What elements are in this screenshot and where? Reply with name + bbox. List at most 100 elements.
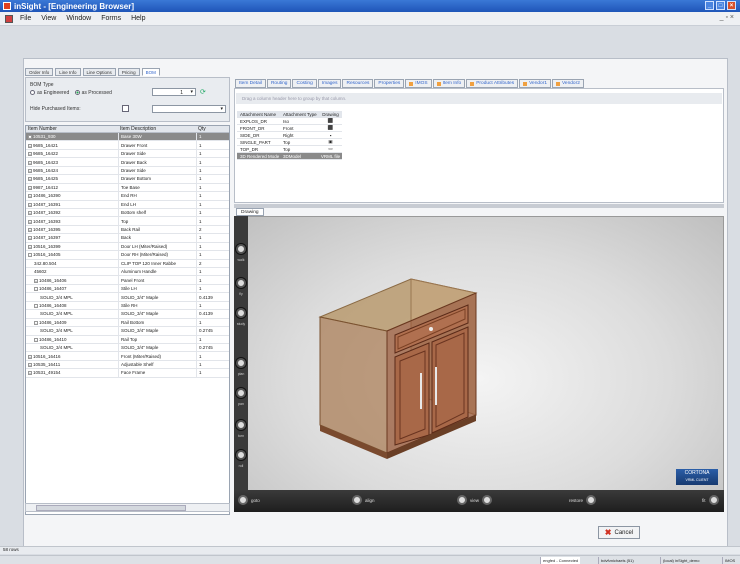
fly-mode-icon[interactable]: [236, 278, 246, 288]
attachment-row[interactable]: FRONT_DR Front ⬛: [237, 125, 342, 132]
table-row[interactable]: -10486_16408 Stile RH 1: [26, 301, 229, 311]
expand-icon[interactable]: +: [28, 354, 32, 359]
table-row[interactable]: -10486_16410 Rail Top 1: [26, 335, 229, 344]
tab-product-attributes[interactable]: Product Attributes: [466, 79, 519, 88]
tab-images[interactable]: Images: [317, 79, 342, 88]
table-row[interactable]: +9685_16422 Drawer Side 1: [26, 149, 229, 159]
tab-routing[interactable]: Routing: [266, 79, 292, 88]
table-row[interactable]: +9685_16424 Drawer Side 1: [26, 166, 229, 176]
table-row[interactable]: SOLID_3/4 MPL SOLID_3/4" Maple 0.4139: [26, 310, 229, 319]
tab-line-info[interactable]: Line Info: [55, 68, 81, 76]
cancel-button[interactable]: ✖ Cancel: [598, 526, 640, 539]
table-row[interactable]: SOLID_3/4 MPL SOLID_3/4" Maple 0.4139: [26, 293, 229, 302]
view-control[interactable]: view: [457, 495, 493, 505]
plan-mode-icon[interactable]: [236, 358, 246, 368]
expand-icon[interactable]: +: [34, 278, 38, 283]
scroll-thumb[interactable]: [36, 505, 186, 511]
expand-icon[interactable]: +: [28, 160, 32, 165]
table-row[interactable]: +10516_16416 Front (Miter/Raised) 1: [26, 352, 229, 361]
collapse-icon[interactable]: -: [28, 135, 32, 140]
drawing-thumbnail-icon[interactable]: ▣: [319, 139, 342, 145]
attachment-row[interactable]: SINGLE_PART Top ▣: [237, 139, 342, 146]
drawing-thumbnail-icon[interactable]: ▭: [319, 146, 342, 152]
menu-window[interactable]: Window: [66, 15, 91, 22]
expand-icon[interactable]: +: [28, 236, 32, 241]
fit-icon[interactable]: [708, 495, 719, 505]
dropdown-icon[interactable]: ▾: [190, 89, 193, 95]
roll-mode-icon[interactable]: [236, 450, 246, 460]
table-row[interactable]: +9685_16421 Drawer Front 1: [26, 141, 229, 150]
collapse-icon[interactable]: -: [34, 320, 38, 325]
expand-icon[interactable]: +: [28, 202, 32, 207]
radio-processed[interactable]: [74, 90, 80, 96]
goto-icon[interactable]: [238, 495, 248, 505]
mdi-controls[interactable]: _ ▫ ×: [720, 14, 734, 21]
tab-item-detail[interactable]: Item Detail: [235, 79, 266, 88]
grid-hscrollbar[interactable]: [25, 503, 230, 512]
col-qty[interactable]: Qty: [196, 126, 226, 132]
collapse-icon[interactable]: -: [34, 337, 38, 342]
expand-icon[interactable]: +: [28, 152, 32, 157]
tab-resources[interactable]: Resources: [342, 79, 374, 88]
align-icon[interactable]: [352, 495, 362, 505]
col-item-number[interactable]: Item Number: [26, 126, 118, 132]
tab-drawing[interactable]: Drawing: [236, 208, 264, 216]
tab-vendor1[interactable]: Vendor1: [519, 79, 551, 88]
tab-line-options[interactable]: Line Options: [82, 68, 116, 76]
expand-icon[interactable]: +: [28, 371, 32, 376]
col-item-description[interactable]: Item Description: [118, 126, 196, 132]
expand-icon[interactable]: +: [28, 211, 32, 216]
tab-vendor2[interactable]: Vendor2: [551, 79, 584, 88]
restore-control[interactable]: restore: [569, 495, 597, 505]
goto-control[interactable]: goto: [238, 495, 260, 505]
attachment-row[interactable]: 3D Rendered Mode 3DModel VRML file: [237, 153, 342, 160]
tab-item-info[interactable]: Item Info: [432, 79, 466, 88]
table-row[interactable]: 342.80.504 CLIP TOP 120 Inner Rabbe 2: [26, 259, 229, 268]
menu-view[interactable]: View: [41, 15, 56, 22]
align-control[interactable]: align: [352, 495, 375, 505]
close-icon[interactable]: ×: [727, 1, 736, 10]
table-row[interactable]: SOLID_3/4 MPL SOLID_3/4" Maple 0.2745: [26, 343, 229, 353]
col-drawing[interactable]: Drawing: [319, 112, 342, 117]
table-row[interactable]: +10486_16390 End RH 1: [26, 192, 229, 201]
tab-order-info[interactable]: Order Info: [25, 68, 54, 76]
expand-icon[interactable]: +: [28, 219, 32, 224]
table-row[interactable]: +10487_16392 Bottom shelf 1: [26, 208, 229, 218]
study-mode-icon[interactable]: [236, 308, 246, 318]
tab-costing[interactable]: Costing: [292, 79, 317, 88]
table-row[interactable]: +10487_16397 Back 1: [26, 234, 229, 243]
table-row[interactable]: SOLID_3/4 MPL SOLID_3/4" Maple 0.2745: [26, 327, 229, 336]
attachment-row[interactable]: TOP_DR Top ▭: [237, 146, 342, 153]
walk-mode-icon[interactable]: [236, 244, 246, 254]
table-row[interactable]: +9987_16412 Toe Base 1: [26, 183, 229, 193]
tab-imos[interactable]: IMOS: [405, 79, 432, 88]
expand-icon[interactable]: +: [28, 168, 32, 173]
col-attachment-name[interactable]: Attachment Name: [237, 112, 281, 117]
table-row[interactable]: -10486_16409 Rail Bottom 1: [26, 318, 229, 328]
filter-dropdown[interactable]: ▾: [152, 105, 226, 113]
expand-icon[interactable]: +: [28, 194, 32, 199]
expand-icon[interactable]: +: [28, 363, 32, 368]
tab-pricing[interactable]: Pricing: [117, 68, 140, 76]
table-row[interactable]: +9685_16425 Drawer Bottom 1: [26, 175, 229, 184]
table-row[interactable]: +10487_16391 End LH 1: [26, 200, 229, 209]
expand-icon[interactable]: +: [28, 185, 32, 190]
prev-view-icon[interactable]: [457, 495, 467, 505]
expand-icon[interactable]: +: [28, 143, 32, 148]
attachment-row[interactable]: EXPLOS_DR Iso ⬛: [237, 118, 342, 125]
next-view-icon[interactable]: [482, 495, 493, 505]
collapse-icon[interactable]: -: [28, 253, 32, 258]
3d-viewport[interactable]: [234, 216, 724, 512]
collapse-icon[interactable]: -: [34, 303, 38, 308]
expand-icon[interactable]: +: [28, 228, 32, 233]
minimize-icon[interactable]: _: [705, 1, 714, 10]
drawing-label[interactable]: VRML file: [319, 154, 342, 159]
table-row[interactable]: +10535_16411 Adjustable Shelf 1: [26, 360, 229, 370]
turn-mode-icon[interactable]: [236, 420, 246, 430]
table-row[interactable]: +10531_49154 Face Frame 1: [26, 369, 229, 378]
table-row[interactable]: -10531_930 Base 30W 1: [26, 133, 229, 142]
table-row[interactable]: -10516_16405 Door RH (Miter/Raised) 1: [26, 251, 229, 260]
splitter[interactable]: [234, 204, 724, 208]
radio-engineered[interactable]: [30, 90, 35, 96]
drawing-thumbnail-icon[interactable]: ⬛: [319, 118, 342, 124]
